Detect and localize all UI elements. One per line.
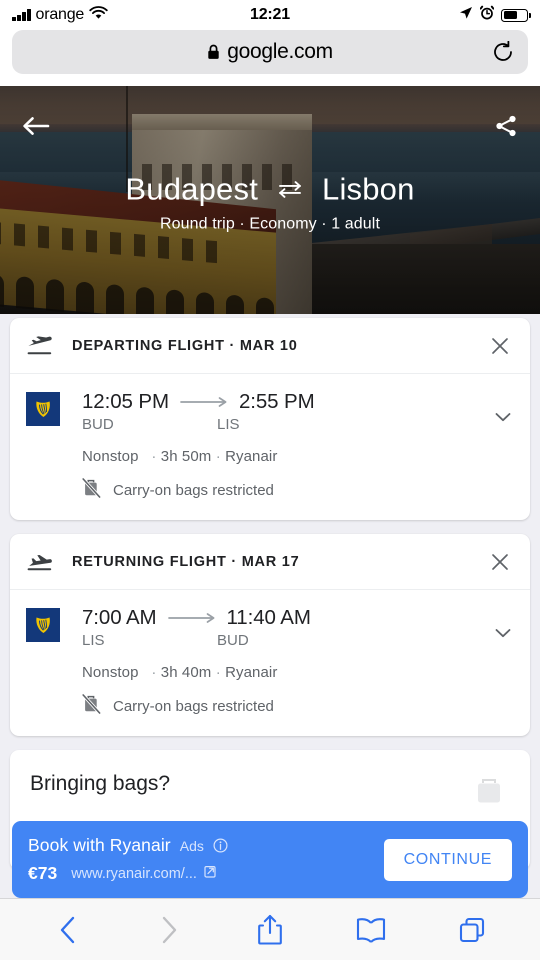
ad-banner[interactable]: Book with Ryanair Ads €73 www.ryanair.co… xyxy=(12,821,528,898)
origin-city: Budapest xyxy=(125,171,259,207)
flight-meta: Nonstop · 3h 40m · Ryanair xyxy=(82,664,278,681)
flight-land-icon xyxy=(26,551,72,573)
airport-codes: LIS BUD xyxy=(82,632,486,649)
forward-button xyxy=(141,908,197,952)
departure-time: 7:00 AM xyxy=(82,606,157,629)
share-button[interactable] xyxy=(242,908,298,952)
flight-details-row[interactable]: 7:00 AM 11:40 AM LIS BUD Nonstop · 3h 40… xyxy=(10,590,530,736)
ad-title-row: Book with Ryanair Ads xyxy=(28,835,374,856)
battery-icon xyxy=(501,8,531,22)
location-arrow-icon xyxy=(459,6,473,25)
ad-price: €73 xyxy=(28,863,58,883)
ad-title: Book with Ryanair xyxy=(28,835,171,855)
baggage-text: Carry-on bags restricted xyxy=(113,481,274,499)
ad-url-text: www.ryanair.com/... xyxy=(71,865,197,882)
stops-label: Nonstop xyxy=(82,448,139,465)
arrow-right-icon xyxy=(180,396,228,408)
ad-info-block: Book with Ryanair Ads €73 www.ryanair.co… xyxy=(28,835,374,884)
card-title: RETURNING FLIGHT · MAR 17 xyxy=(72,553,300,570)
hero-banner: Budapest Lisbon Round trip · Economy · 1… xyxy=(0,86,540,314)
trip-summary: Round trip · Economy · 1 adult xyxy=(160,215,380,233)
bag-icon xyxy=(472,774,506,813)
bringing-bags-title: Bringing bags? xyxy=(30,772,171,795)
swap-arrows-icon xyxy=(276,179,304,199)
arrival-airport-code: LIS xyxy=(217,416,240,433)
route-title: Budapest Lisbon xyxy=(0,171,540,207)
arrow-right-icon xyxy=(167,612,216,624)
airport-codes: BUD LIS xyxy=(82,416,486,433)
back-button[interactable] xyxy=(40,908,96,952)
ryanair-logo xyxy=(26,608,60,642)
reload-icon[interactable] xyxy=(492,41,514,63)
arrival-airport-code: BUD xyxy=(217,632,249,649)
flight-times: 12:05 PM 2:55 PM xyxy=(82,390,486,414)
safari-toolbar xyxy=(0,898,540,960)
no-carry-on-bag-icon xyxy=(82,693,101,718)
flight-details-row[interactable]: 12:05 PM 2:55 PM BUD LIS Nonstop · 3h 50… xyxy=(10,374,530,520)
status-bar: orange 12:21 xyxy=(0,0,540,30)
flight-info: 12:05 PM 2:55 PM BUD LIS Nonstop · 3h 50… xyxy=(60,390,486,502)
baggage-note: Carry-on bags restricted xyxy=(82,693,486,718)
departure-time: 12:05 PM xyxy=(82,390,169,413)
arrival-time: 11:40 AM xyxy=(226,606,311,629)
browser-chrome: google.com xyxy=(0,30,540,86)
back-arrow-icon[interactable] xyxy=(22,114,50,143)
bookmarks-button[interactable] xyxy=(343,908,399,952)
ad-detail-row: €73 www.ryanair.com/... xyxy=(28,863,374,884)
url-text: google.com xyxy=(227,40,333,63)
hero-toolbar xyxy=(0,108,540,148)
flight-takeoff-icon xyxy=(26,335,72,357)
address-bar[interactable]: google.com xyxy=(12,30,528,74)
flight-times: 7:00 AM 11:40 AM xyxy=(82,606,486,630)
continue-button[interactable]: CONTINUE xyxy=(383,838,512,881)
baggage-note: Carry-on bags restricted xyxy=(82,477,486,502)
returning-flight-card: RETURNING FLIGHT · MAR 17 7:00 AM 11:40 … xyxy=(10,534,530,736)
alarm-clock-icon xyxy=(479,5,495,25)
card-header: RETURNING FLIGHT · MAR 17 xyxy=(10,534,530,590)
lock-icon xyxy=(207,44,220,60)
flight-meta: Nonstop · 3h 50m · Ryanair xyxy=(82,448,278,465)
info-icon[interactable] xyxy=(213,838,228,853)
departure-airport-code: BUD xyxy=(82,416,114,433)
external-link-icon xyxy=(204,865,217,882)
departing-flight-card: DEPARTING FLIGHT · MAR 10 12:05 PM 2:55 … xyxy=(10,318,530,520)
stops-label: Nonstop xyxy=(82,664,139,681)
share-icon[interactable] xyxy=(494,114,518,143)
ad-url-row: www.ryanair.com/... xyxy=(71,865,217,882)
chevron-down-icon[interactable] xyxy=(486,390,514,428)
duration-label: 3h 40m xyxy=(160,664,212,681)
duration-label: 3h 50m xyxy=(160,448,212,465)
hero-title-block: Budapest Lisbon Round trip · Economy · 1… xyxy=(0,171,540,233)
airline-label: Ryanair xyxy=(225,448,278,465)
arrival-time: 2:55 PM xyxy=(238,390,315,413)
airline-label: Ryanair xyxy=(225,664,278,681)
status-bar-right xyxy=(459,5,531,25)
card-header: DEPARTING FLIGHT · MAR 10 xyxy=(10,318,530,374)
chevron-down-icon[interactable] xyxy=(486,606,514,644)
baggage-text: Carry-on bags restricted xyxy=(113,697,274,715)
ryanair-logo xyxy=(26,392,60,426)
departure-airport-code: LIS xyxy=(82,632,105,649)
ad-badge: Ads xyxy=(179,837,204,854)
tabs-button[interactable] xyxy=(444,908,500,952)
close-icon[interactable] xyxy=(486,332,514,360)
no-carry-on-bag-icon xyxy=(82,477,101,502)
flight-info: 7:00 AM 11:40 AM LIS BUD Nonstop · 3h 40… xyxy=(60,606,486,718)
destination-city: Lisbon xyxy=(322,171,415,207)
close-icon[interactable] xyxy=(486,548,514,576)
card-title: DEPARTING FLIGHT · MAR 10 xyxy=(72,337,298,354)
